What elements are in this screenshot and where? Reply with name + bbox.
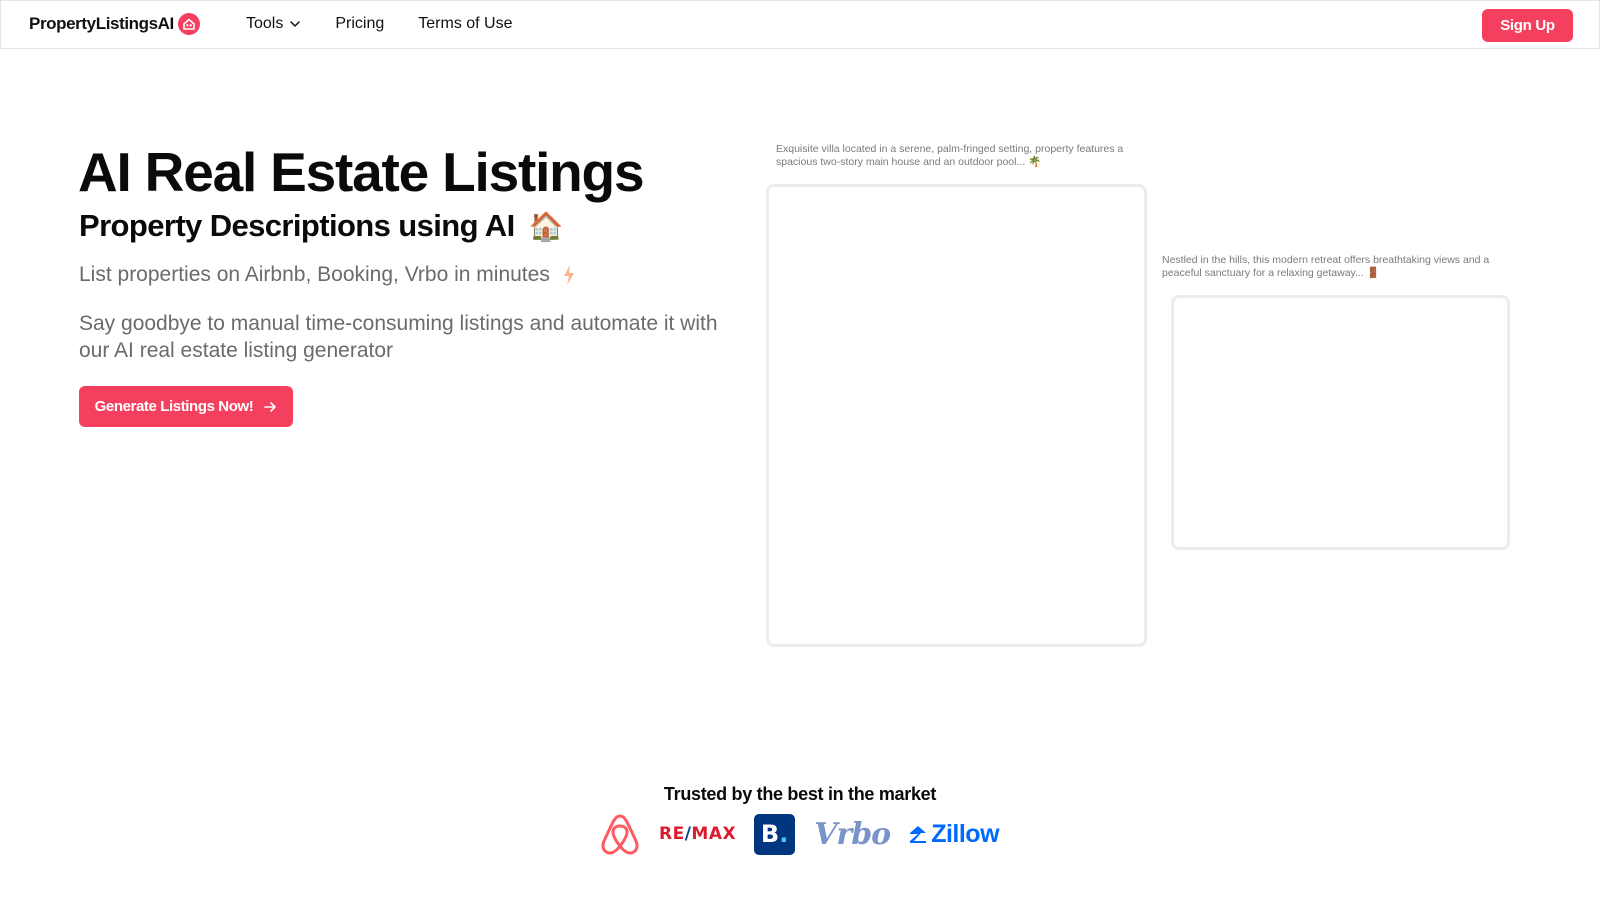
- partner-logos: RE / MAX B. Vrbo Zillow: [598, 812, 1000, 856]
- listing-caption-1: Exquisite villa located in a serene, pal…: [776, 143, 1124, 168]
- cta-label: Generate Listings Now!: [94, 398, 254, 415]
- trusted-heading: Trusted by the best in the market: [663, 784, 937, 804]
- hero-subtitle: Property Descriptions using AI 🏠: [79, 208, 563, 244]
- brand-logo[interactable]: PropertyListingsAI: [29, 13, 200, 35]
- hero-tagline-text: List properties on Airbnb, Booking, Vrbo…: [79, 263, 550, 286]
- remax-logo: RE / MAX: [659, 824, 737, 844]
- nav-terms-of-use[interactable]: Terms of Use: [418, 15, 512, 33]
- listing-caption-2: Nestled in the hills, this modern retrea…: [1162, 254, 1490, 279]
- hero-title: AI Real Estate Listings: [78, 141, 645, 203]
- nav-tools-label: Tools: [246, 15, 284, 32]
- zillow-logo: Zillow: [908, 820, 1000, 849]
- hero-description: Say goodbye to manual time-consuming lis…: [79, 312, 718, 362]
- nav-links: Tools Pricing Terms of Use: [246, 15, 513, 33]
- nav-tools[interactable]: Tools: [246, 15, 301, 33]
- booking-logo: B.: [754, 813, 796, 855]
- brand-name: PropertyListingsAI: [29, 14, 174, 33]
- airbnb-logo: [598, 812, 642, 856]
- top-navbar: PropertyListingsAI Tools Pricing Terms o…: [0, 0, 1600, 49]
- arrow-right-icon: [264, 401, 277, 412]
- generate-listings-button[interactable]: Generate Listings Now!: [79, 386, 293, 427]
- chevron-down-icon: [290, 21, 301, 27]
- house-emoji: 🏠: [528, 210, 564, 242]
- listing-image-card-2: [1171, 295, 1510, 550]
- hero-tagline: List properties on Airbnb, Booking, Vrbo…: [79, 263, 576, 287]
- vrbo-logo: Vrbo: [814, 816, 891, 852]
- lightning-icon: [563, 265, 574, 285]
- listing-image-card-1: [766, 184, 1147, 647]
- nav-pricing[interactable]: Pricing: [335, 15, 384, 33]
- sign-up-button[interactable]: Sign Up: [1482, 9, 1573, 42]
- house-icon: [177, 13, 200, 35]
- hero-subtitle-text: Property Descriptions using AI: [79, 208, 515, 243]
